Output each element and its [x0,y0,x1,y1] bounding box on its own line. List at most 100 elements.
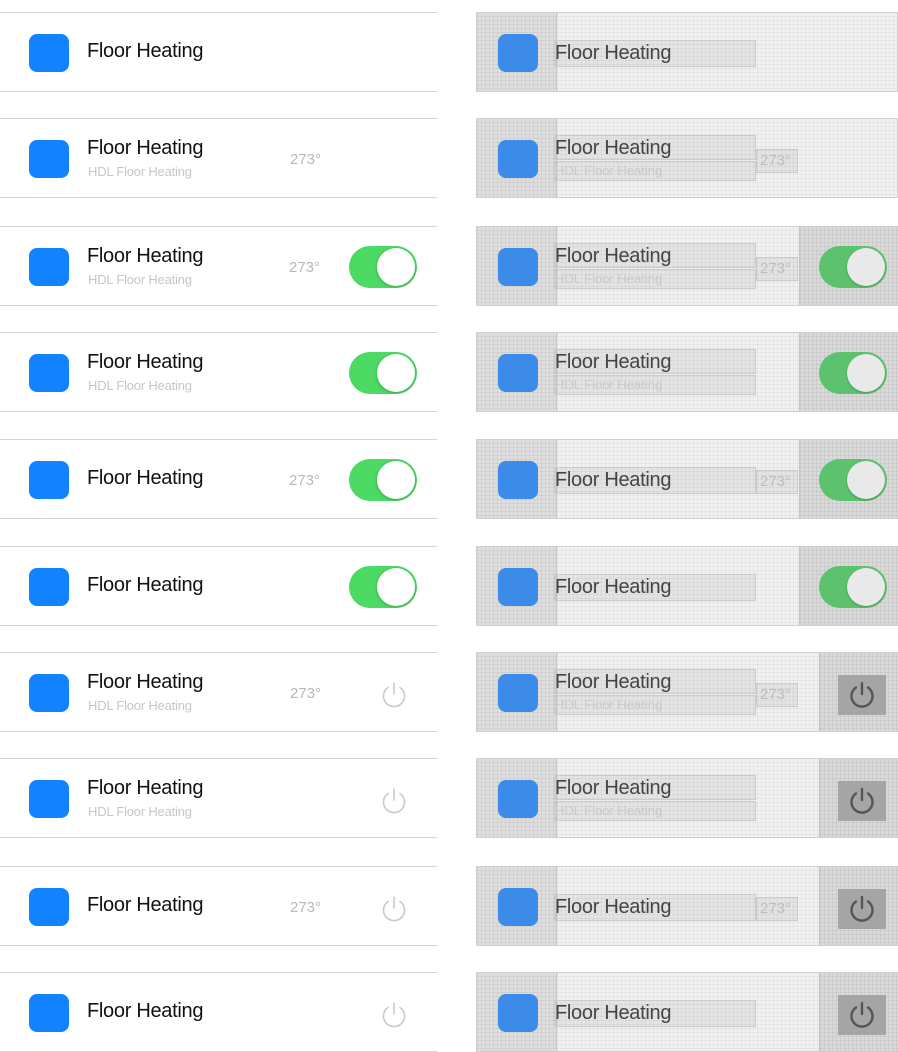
heating-toggle-switch[interactable] [349,246,417,288]
blueprint-row: Floor Heating [476,546,898,626]
blueprint-icon-area [477,547,557,625]
blueprint-icon-area [477,333,557,411]
blueprint-icon-area [477,13,557,91]
row-subtitle: HDL Floor Heating [88,272,192,287]
device-tile-icon [498,674,538,712]
list-item[interactable]: Floor Heating HDL Floor Heating [0,332,437,412]
toggle-knob [377,568,415,606]
blueprint-subtitle-box: HDL Floor Heating [554,375,756,395]
blueprint-title-box: Floor Heating [554,40,756,67]
row-subtitle: HDL Floor Heating [88,804,192,819]
blueprint-title-box: Floor Heating [554,1000,756,1027]
blueprint-subtitle-box: HDL Floor Heating [554,695,756,715]
blueprint-value-box: 273° [756,470,798,494]
blueprint-row: Floor Heating [476,972,898,1052]
blueprint-toggle-area [799,333,898,411]
row-title: Floor Heating [87,467,204,489]
device-tile-icon [498,140,538,178]
device-tile-icon [29,888,69,926]
blueprint-title-box: Floor Heating [554,349,756,374]
blueprint-icon-area [477,227,557,305]
blueprint-toggle-area [799,227,898,305]
device-tile-icon [29,994,69,1032]
blueprint-row: Floor Heating HDL Floor Heating 273° [476,226,898,306]
device-tile-icon [498,994,538,1032]
row-title: Floor Heating [87,894,204,916]
heating-toggle-switch[interactable] [349,566,417,608]
heating-toggle-switch[interactable] [349,459,417,501]
power-icon[interactable] [378,679,410,711]
blueprint-value-box: 273° [756,257,798,281]
list-item[interactable]: Floor Heating HDL Floor Heating [0,758,437,838]
toggle-knob [377,248,415,286]
temperature-value: 273° [290,151,322,168]
device-tile-icon [29,248,69,286]
blueprint-power-area [819,653,898,731]
power-icon[interactable] [378,893,410,925]
power-icon [838,889,886,929]
toggle-knob [847,568,885,606]
blueprint-icon-area [477,867,557,945]
blueprint-title-box: Floor Heating [554,243,756,268]
blueprint-row: Floor Heating HDL Floor Heating [476,758,898,838]
row-subtitle: HDL Floor Heating [88,164,192,179]
blueprint-power-area [819,973,898,1051]
temperature-value: 273° [290,685,322,702]
row-title: Floor Heating [87,351,204,373]
blueprint-row: Floor Heating HDL Floor Heating 273° [476,652,898,732]
power-icon [838,781,886,821]
blueprint-icon-area [477,759,557,837]
row-subtitle: HDL Floor Heating [88,378,192,393]
device-tile-icon [498,248,538,286]
blueprint-row: Floor Heating 273° [476,439,898,519]
list-item[interactable]: Floor Heating 273° [0,866,437,946]
row-title: Floor Heating [87,137,204,159]
blueprint-title-box: Floor Heating [554,894,756,921]
row-title: Floor Heating [87,40,204,62]
list-item[interactable]: Floor Heating HDL Floor Heating 273° [0,652,437,732]
heating-toggle-switch [819,246,887,288]
device-tile-icon [29,34,69,72]
toggle-knob [377,461,415,499]
blueprint-icon-area [477,973,557,1051]
device-tile-icon [29,354,69,392]
heating-toggle-switch [819,566,887,608]
heating-toggle-switch [819,352,887,394]
blueprint-power-area [819,759,898,837]
device-tile-icon [498,780,538,818]
blueprint-title-box: Floor Heating [554,775,756,800]
device-tile-icon [498,34,538,72]
toggle-knob [847,354,885,392]
device-tile-icon [29,674,69,712]
toggle-knob [377,354,415,392]
toggle-knob [847,461,885,499]
device-tile-icon [498,888,538,926]
row-title: Floor Heating [87,245,204,267]
list-item[interactable]: Floor Heating HDL Floor Heating 273° [0,118,437,198]
blueprint-row: Floor Heating HDL Floor Heating [476,332,898,412]
blueprint-value-box: 273° [756,683,798,707]
blueprint-subtitle-box: HDL Floor Heating [554,161,756,181]
blueprint-row: Floor Heating [476,12,898,92]
blueprint-toggle-area [799,547,898,625]
list-item[interactable]: Floor Heating [0,972,437,1052]
blueprint-icon-area [477,653,557,731]
device-tile-icon [498,568,538,606]
temperature-value: 273° [289,259,321,276]
list-item[interactable]: Floor Heating HDL Floor Heating 273° [0,226,437,306]
blueprint-title-box: Floor Heating [554,574,756,601]
temperature-value: 273° [289,472,321,489]
blueprint-value-box: 273° [756,897,798,921]
blueprint-icon-area [477,440,557,518]
list-item[interactable]: Floor Heating [0,546,437,626]
blueprint-value-box: 273° [756,149,798,173]
blueprint-title-box: Floor Heating [554,135,756,160]
power-icon[interactable] [378,999,410,1031]
heating-toggle-switch [819,459,887,501]
power-icon[interactable] [378,785,410,817]
device-tile-icon [29,140,69,178]
blueprint-icon-area [477,119,557,197]
heating-toggle-switch[interactable] [349,352,417,394]
list-item[interactable]: Floor Heating [0,12,437,92]
list-item[interactable]: Floor Heating 273° [0,439,437,519]
